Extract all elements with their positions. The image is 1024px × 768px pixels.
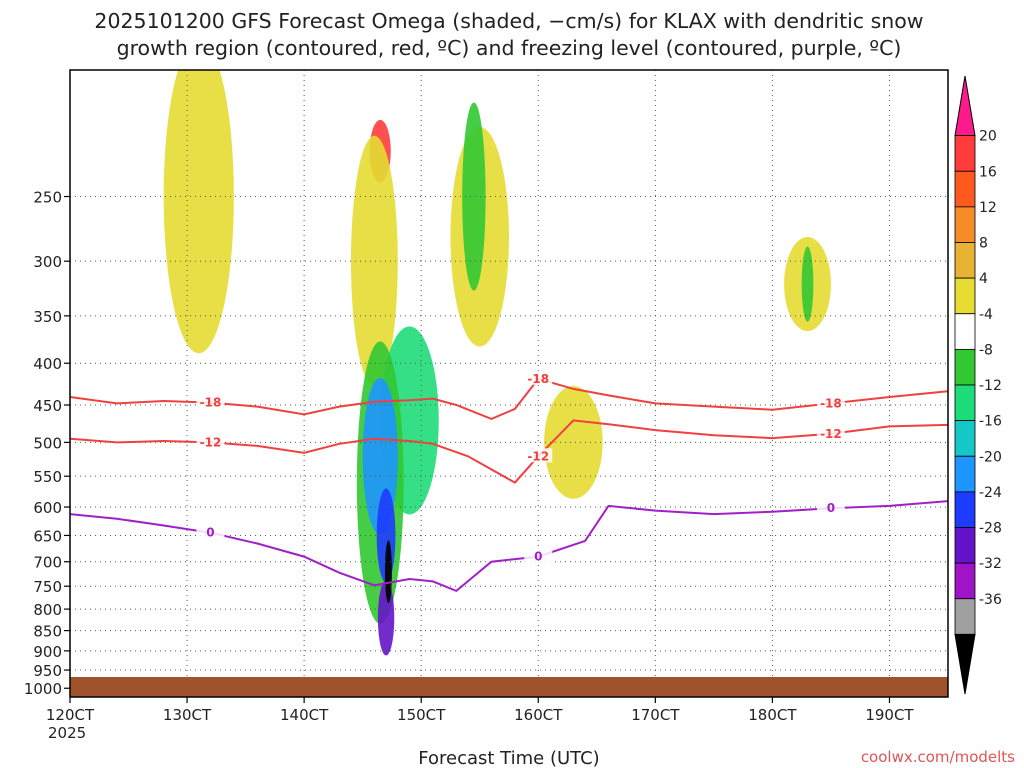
x-axis-year: 2025 <box>48 724 86 742</box>
colorbar-swatch-7 <box>954 348 976 386</box>
colorbar-label-13: -36 <box>979 592 1002 608</box>
credit-text: coolwx.com/modelts <box>861 748 1015 766</box>
x-axis-time: 120CT 130CT 140CT 150CT 160CT 170CT 180CT 190CT <box>46 697 914 724</box>
y-tick-label-400: 400 <box>33 355 62 373</box>
colorbar-swatch-2 <box>954 170 976 208</box>
y-tick-label-500: 500 <box>33 434 62 452</box>
colorbar-label-3: 8 <box>979 236 988 252</box>
y-tick-label-950: 950 <box>33 662 62 680</box>
contour-label-0-2: -18 <box>820 396 842 410</box>
x-tick-label-5: 170CT <box>631 706 680 724</box>
colorbar-swatch-8 <box>954 384 976 422</box>
y-tick-label-900: 900 <box>33 643 62 661</box>
colorbar-label-5: -4 <box>979 307 993 323</box>
y-tick-label-450: 450 <box>33 397 62 415</box>
y-tick-label-550: 550 <box>33 468 62 486</box>
colorbar-swatch-5 <box>954 277 976 315</box>
x-tick-label-1: 130CT <box>163 706 212 724</box>
y-tick-label-700: 700 <box>33 554 62 572</box>
y-tick-label-750: 750 <box>33 578 62 596</box>
colorbar-label-0: 20 <box>979 129 997 145</box>
y-tick-label-350: 350 <box>33 308 62 326</box>
y-tick-label-300: 300 <box>33 253 62 271</box>
colorbar-label-9: -20 <box>979 449 1002 465</box>
contour-label-2-0: 0 <box>206 526 214 540</box>
colorbar-label-8: -16 <box>979 414 1002 430</box>
colorbar-swatch-12 <box>954 527 976 564</box>
ground-surface <box>70 677 948 697</box>
contour-label-0-1: -18 <box>527 372 549 386</box>
y-tick-label-850: 850 <box>33 623 62 641</box>
colorbar-swatch-6 <box>954 313 976 350</box>
contour-label-2-2: 0 <box>827 501 835 515</box>
colorbar-top-arrow <box>954 75 976 137</box>
x-tick-label-6: 180CT <box>748 706 797 724</box>
x-tick-label-7: 190CT <box>865 706 914 724</box>
colorbar-label-10: -24 <box>979 485 1002 501</box>
x-axis-label: Forecast Time (UTC) <box>418 748 599 768</box>
x-tick-label-0: 120CT <box>46 706 95 724</box>
y-tick-label-600: 600 <box>33 499 62 517</box>
colorbar: 20 16 12 8 4 -4 -8 -12 -16 -20 -24 -28 -32 -36 <box>954 75 1002 695</box>
colorbar-swatch-4 <box>954 242 976 279</box>
colorbar-label-4: 4 <box>979 271 988 287</box>
omega-shade-13 <box>801 246 814 322</box>
chart-title-line-2: growth region (contoured, red, ºC) and f… <box>117 36 902 60</box>
omega-shade-2 <box>163 70 234 354</box>
colorbar-swatch-11 <box>954 491 976 528</box>
contour-label-1-2: -12 <box>820 427 842 441</box>
contour-label-2-1: 0 <box>534 550 542 564</box>
contour-label-0-0: -18 <box>200 396 222 410</box>
y-tick-label-650: 650 <box>33 527 62 545</box>
x-tick-label-4: 160CT <box>514 706 563 724</box>
y-axis-pressure: 250 300 350 400 450 500 550 600 650 700 750 800 850 9… <box>24 189 70 698</box>
colorbar-swatch-13 <box>954 562 976 600</box>
y-tick-label-800: 800 <box>33 601 62 619</box>
colorbar-label-1: 16 <box>979 164 997 180</box>
contour-label-1-1: -12 <box>527 449 549 463</box>
x-tick-label-3: 150CT <box>397 706 446 724</box>
colorbar-bottom-arrow <box>954 633 976 695</box>
colorbar-swatch-1 <box>954 135 976 172</box>
omega-shade-11 <box>384 540 392 604</box>
colorbar-swatch-10 <box>954 455 976 493</box>
y-tick-label-250: 250 <box>33 189 62 207</box>
x-tick-label-2: 140CT <box>280 706 329 724</box>
y-tick-label-1000: 1000 <box>24 680 62 698</box>
colorbar-label-12: -32 <box>979 556 1002 572</box>
colorbar-label-6: -8 <box>979 342 993 358</box>
plot-area: -18 -18 -18 -12 -12 -12 0 0 0 <box>69 69 949 698</box>
colorbar-swatch-3 <box>954 206 976 243</box>
colorbar-swatch-9 <box>954 420 976 457</box>
omega-time-height-chart: 2025101200 GFS Forecast Omega (shaded, −… <box>24 9 1015 768</box>
colorbar-label-7: -12 <box>979 378 1002 394</box>
chart-title: 2025101200 GFS Forecast Omega (shaded, −… <box>94 9 923 60</box>
colorbar-label-11: -28 <box>979 521 1002 537</box>
colorbar-swatch-14 <box>954 598 976 635</box>
colorbar-label-2: 12 <box>979 200 997 216</box>
contour-label-1-0: -12 <box>200 435 222 449</box>
chart-title-line-1: 2025101200 GFS Forecast Omega (shaded, −… <box>94 9 923 33</box>
